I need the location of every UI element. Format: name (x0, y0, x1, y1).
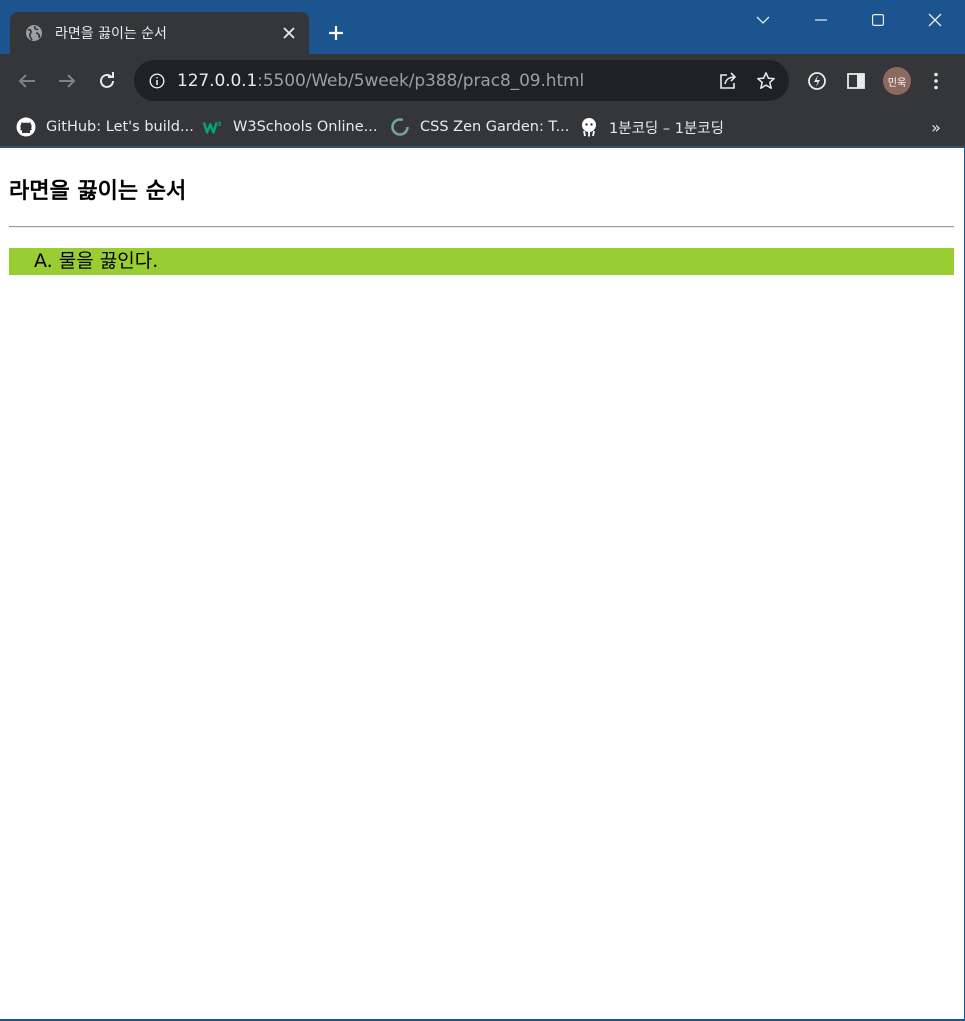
address-bar[interactable]: 127.0.0.1:5500/Web/5week/p388/prac8_09.h… (134, 60, 789, 101)
steps-list: A. 물을 끓인다. (9, 248, 954, 275)
tab-strip: 라면을 끓이는 순서 (0, 0, 965, 54)
extension-icon[interactable] (802, 66, 832, 96)
active-tab[interactable]: 라면을 끓이는 순서 (10, 12, 309, 54)
step-marker: A. (34, 250, 53, 272)
step-text: 물을 끓인다. (58, 250, 159, 272)
bookmark-label: CSS Zen Garden: T... (420, 119, 570, 135)
browser-toolbar: 127.0.0.1:5500/Web/5week/p388/prac8_09.h… (0, 54, 965, 107)
forward-icon[interactable] (52, 66, 82, 96)
bookmark-github[interactable]: GitHub: Let's build... (16, 113, 194, 141)
tab-search-icon[interactable] (735, 0, 791, 40)
menu-dots-icon[interactable] (921, 66, 951, 96)
url-text[interactable]: 127.0.0.1:5500/Web/5week/p388/prac8_09.h… (177, 71, 713, 91)
page-viewport: 라면을 끓이는 순서 A. 물을 끓인다. (0, 148, 964, 1019)
new-tab-button[interactable] (322, 19, 350, 47)
bookmarks-overflow-button[interactable]: » (924, 115, 948, 139)
bookmark-zen-garden[interactable]: CSS Zen Garden: T... (390, 113, 569, 141)
divider (9, 226, 954, 228)
list-item: A. 물을 끓인다. (9, 248, 954, 275)
w3schools-icon: 3 (203, 117, 223, 137)
svg-text:3: 3 (217, 121, 221, 128)
share-icon[interactable] (713, 66, 743, 96)
site-info-icon[interactable] (147, 71, 167, 91)
close-tab-icon[interactable] (277, 21, 301, 45)
zen-garden-icon (390, 117, 410, 137)
bookmark-w3schools[interactable]: 3 W3Schools Online... (203, 113, 377, 141)
close-window-icon[interactable] (907, 0, 963, 40)
url-path: :5500/Web/5week/p388/prac8_09.html (257, 70, 585, 91)
reload-icon[interactable] (92, 66, 122, 96)
bookmark-label: W3Schools Online... (233, 119, 378, 135)
url-host: 127.0.0.1 (177, 70, 258, 91)
maximize-icon[interactable] (850, 0, 906, 40)
page-title: 라면을 끓이는 순서 (9, 179, 187, 204)
globe-icon (25, 24, 43, 42)
bookmark-label: GitHub: Let's build... (46, 119, 194, 135)
minimize-icon[interactable] (793, 0, 849, 40)
side-panel-icon[interactable] (841, 66, 871, 96)
browser-window: 라면을 끓이는 순서 127.0.0.1:5500/Web/5week/p388… (0, 0, 965, 1021)
github-icon (16, 117, 36, 137)
profile-avatar[interactable]: 민욱 (882, 66, 912, 96)
tab-title: 라면을 끓이는 순서 (55, 26, 167, 42)
bookmark-label: 1분코딩 – 1분코딩 (609, 120, 724, 137)
bookmark-star-icon[interactable] (751, 66, 781, 96)
bookmarks-bar: GitHub: Let's build... 3 W3Schools Onlin… (0, 107, 965, 147)
bookmark-1min-coding[interactable]: 1분코딩 – 1분코딩 (579, 113, 724, 141)
back-icon[interactable] (12, 66, 42, 96)
onemin-coding-icon (579, 117, 599, 137)
avatar: 민욱 (883, 67, 911, 95)
